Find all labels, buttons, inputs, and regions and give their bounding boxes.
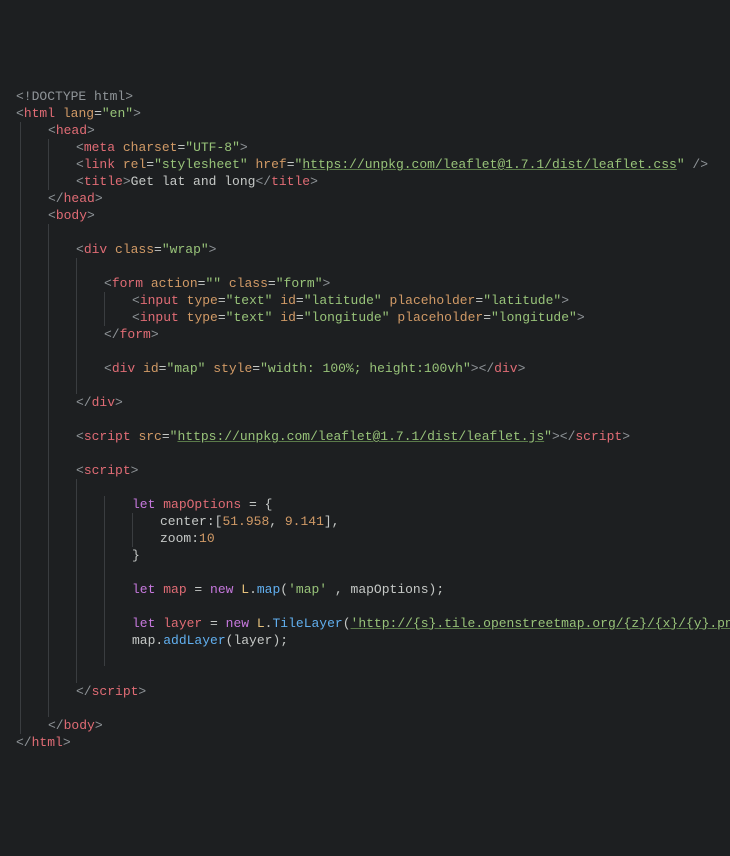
html-open: <html lang="en"> bbox=[16, 105, 730, 122]
input-longitude: <input type="text" id="longitude" placeh… bbox=[16, 309, 730, 326]
doctype-line: <!DOCTYPE html> bbox=[16, 88, 730, 105]
form-open: <form action="" class="form"> bbox=[16, 275, 730, 292]
layer-new: let layer = new L.TileLayer('http://{s}.… bbox=[16, 615, 730, 632]
script-open: <script> bbox=[16, 462, 730, 479]
mapoptions-decl: let mapOptions = { bbox=[16, 496, 730, 513]
script-leaflet-src: <script src="https://unpkg.com/leaflet@1… bbox=[16, 428, 730, 445]
div-wrap-open: <div class="wrap"> bbox=[16, 241, 730, 258]
code-editor[interactable]: <!DOCTYPE html><html lang="en"><head><me… bbox=[16, 88, 730, 751]
zoom-line: zoom:10 bbox=[16, 530, 730, 547]
map-div: <div id="map" style="width: 100%; height… bbox=[16, 360, 730, 377]
title-line: <title>Get lat and long</title> bbox=[16, 173, 730, 190]
script-close: </script> bbox=[16, 683, 730, 700]
mapoptions-close: } bbox=[16, 547, 730, 564]
meta-charset: <meta charset="UTF-8"> bbox=[16, 139, 730, 156]
body-close: </body> bbox=[16, 717, 730, 734]
head-open: <head> bbox=[16, 122, 730, 139]
head-close: </head> bbox=[16, 190, 730, 207]
link-leaflet-css: <link rel="stylesheet" href="https://unp… bbox=[16, 156, 730, 173]
center-line: center:[51.958, 9.141], bbox=[16, 513, 730, 530]
form-close: </form> bbox=[16, 326, 730, 343]
html-close: </html> bbox=[16, 734, 730, 751]
addlayer: map.addLayer(layer); bbox=[16, 632, 730, 649]
map-new: let map = new L.map('map' , mapOptions); bbox=[16, 581, 730, 598]
body-open: <body> bbox=[16, 207, 730, 224]
div-wrap-close: </div> bbox=[16, 394, 730, 411]
input-latitude: <input type="text" id="latitude" placeho… bbox=[16, 292, 730, 309]
